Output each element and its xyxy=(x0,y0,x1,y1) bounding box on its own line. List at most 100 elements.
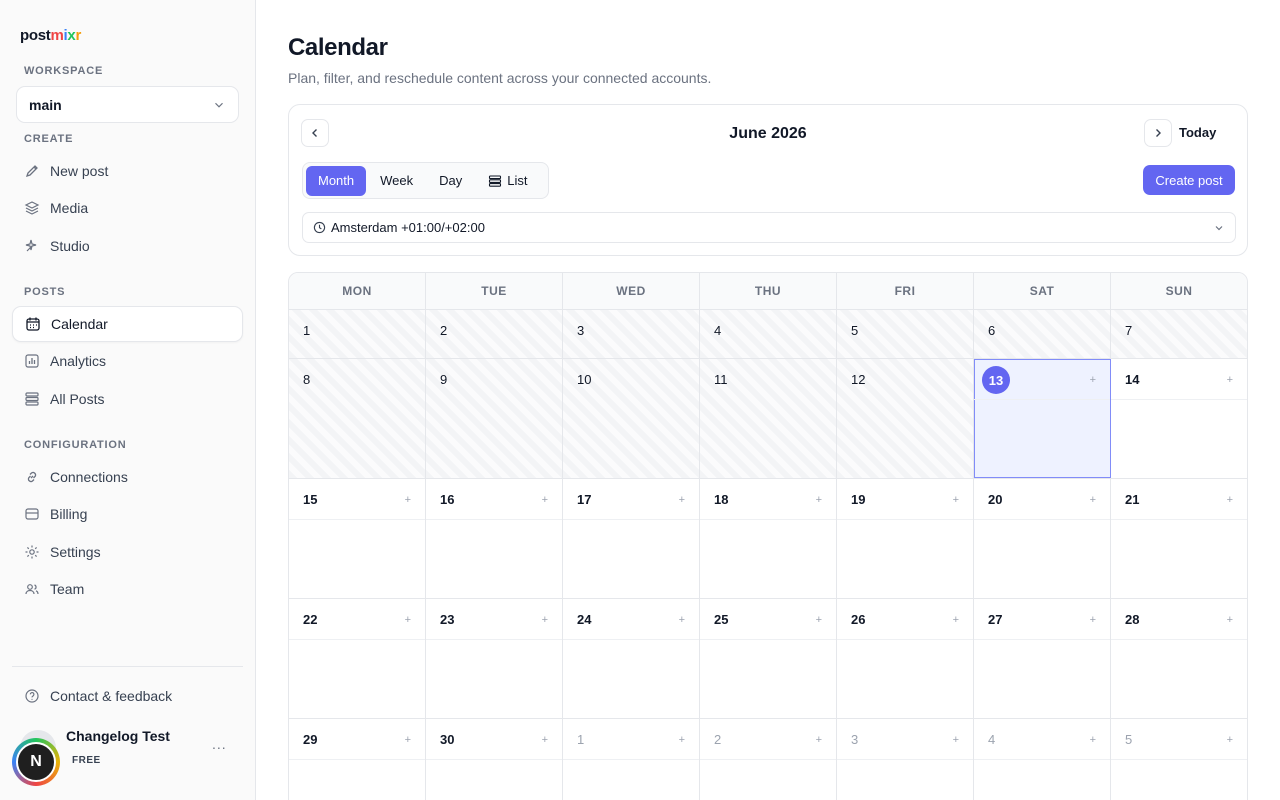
tab-week[interactable]: Week xyxy=(368,166,425,196)
calendar-day-cell[interactable]: 12 xyxy=(837,359,974,478)
calendar-day-cell[interactable]: 9 xyxy=(426,359,563,478)
add-post-icon[interactable]: + xyxy=(542,734,548,746)
sidebar-item-analytics[interactable]: Analytics xyxy=(12,343,243,379)
sidebar-item-calendar[interactable]: Calendar xyxy=(12,306,243,342)
add-post-icon[interactable]: + xyxy=(1090,374,1096,386)
calendar-day-cell[interactable]: 3 xyxy=(563,310,700,358)
sidebar-item-new-post[interactable]: New post xyxy=(12,153,243,189)
calendar-day-cell[interactable]: 15 + xyxy=(289,479,426,598)
calendar-day-cell[interactable]: 28 + xyxy=(1111,599,1247,718)
list-icon xyxy=(489,174,502,187)
calendar-day-cell[interactable]: 4 + xyxy=(974,719,1111,800)
weekday-label: MON xyxy=(289,273,426,309)
calendar-day-cell[interactable]: 27 + xyxy=(974,599,1111,718)
day-header-divider xyxy=(289,639,425,640)
calendar-icon xyxy=(25,316,41,332)
avatar[interactable]: N xyxy=(12,738,60,786)
calendar-day-cell[interactable]: 7 xyxy=(1111,310,1247,358)
calendar-day-cell[interactable]: 21 + xyxy=(1111,479,1247,598)
calendar-day-cell[interactable]: 16 + xyxy=(426,479,563,598)
sidebar-item-billing[interactable]: Billing xyxy=(12,496,243,532)
add-post-icon[interactable]: + xyxy=(816,734,822,746)
help-icon xyxy=(24,688,40,704)
calendar-day-cell[interactable]: 8 xyxy=(289,359,426,478)
configuration-section-label: CONFIGURATION xyxy=(24,439,127,451)
sidebar-item-connections[interactable]: Connections xyxy=(12,459,243,495)
calendar-day-cell[interactable]: 5 + xyxy=(1111,719,1247,800)
calendar-day-cell[interactable]: 3 + xyxy=(837,719,974,800)
calendar-day-cell[interactable]: 2 xyxy=(426,310,563,358)
add-post-icon[interactable]: + xyxy=(1227,734,1233,746)
add-post-icon[interactable]: + xyxy=(405,494,411,506)
add-post-icon[interactable]: + xyxy=(679,614,685,626)
contact-feedback-link[interactable]: Contact & feedback xyxy=(12,678,243,714)
calendar-day-cell[interactable]: 30 + xyxy=(426,719,563,800)
add-post-icon[interactable]: + xyxy=(953,614,959,626)
add-post-icon[interactable]: + xyxy=(953,734,959,746)
calendar-day-cell[interactable]: 19 + xyxy=(837,479,974,598)
timezone-value: Amsterdam +01:00/+02:00 xyxy=(331,220,485,235)
calendar-day-cell[interactable]: 24 + xyxy=(563,599,700,718)
sidebar-item-settings[interactable]: Settings xyxy=(12,534,243,570)
sidebar-item-label: Media xyxy=(50,200,89,216)
calendar-day-cell[interactable]: 2 + xyxy=(700,719,837,800)
calendar-day-cell[interactable]: 6 xyxy=(974,310,1111,358)
calendar-day-cell[interactable]: 26 + xyxy=(837,599,974,718)
today-button[interactable]: Today xyxy=(1179,125,1216,140)
calendar-day-cell[interactable]: 5 xyxy=(837,310,974,358)
day-number: 5 xyxy=(851,323,859,338)
add-post-icon[interactable]: + xyxy=(679,734,685,746)
calendar-day-cell[interactable]: 25 + xyxy=(700,599,837,718)
add-post-icon[interactable]: + xyxy=(679,494,685,506)
day-header-divider xyxy=(563,519,699,520)
sidebar-item-all-posts[interactable]: All Posts xyxy=(12,381,243,417)
add-post-icon[interactable]: + xyxy=(405,734,411,746)
tab-list[interactable]: List xyxy=(476,166,539,196)
add-post-icon[interactable]: + xyxy=(1227,374,1233,386)
sidebar-item-studio[interactable]: Studio xyxy=(12,228,243,264)
add-post-icon[interactable]: + xyxy=(542,614,548,626)
add-post-icon[interactable]: + xyxy=(816,494,822,506)
sidebar-item-team[interactable]: Team xyxy=(12,571,243,607)
day-number: 30 xyxy=(440,732,455,747)
timezone-select[interactable]: Amsterdam +01:00/+02:00 xyxy=(302,212,1236,243)
calendar-day-cell[interactable]: 23 + xyxy=(426,599,563,718)
edit-icon xyxy=(24,163,40,179)
add-post-icon[interactable]: + xyxy=(953,494,959,506)
posts-section-label: POSTS xyxy=(24,286,66,298)
add-post-icon[interactable]: + xyxy=(1090,494,1096,506)
workspace-select[interactable]: main xyxy=(16,86,239,123)
calendar-day-cell[interactable]: 14 + xyxy=(1111,359,1247,478)
calendar-day-cell[interactable]: 4 xyxy=(700,310,837,358)
add-post-icon[interactable]: + xyxy=(405,614,411,626)
sidebar-item-label: Connections xyxy=(50,469,128,485)
day-number: 11 xyxy=(714,372,728,387)
calendar-day-cell[interactable]: 22 + xyxy=(289,599,426,718)
add-post-icon[interactable]: + xyxy=(1227,494,1233,506)
calendar-day-cell[interactable]: 20 + xyxy=(974,479,1111,598)
chart-icon xyxy=(24,353,40,369)
add-post-icon[interactable]: + xyxy=(816,614,822,626)
day-number: 2 xyxy=(714,732,722,747)
calendar-day-cell[interactable]: 29 + xyxy=(289,719,426,800)
calendar-day-cell[interactable]: 10 xyxy=(563,359,700,478)
tab-day[interactable]: Day xyxy=(427,166,474,196)
more-options-icon[interactable]: ... xyxy=(212,736,227,752)
add-post-icon[interactable]: + xyxy=(1090,614,1096,626)
next-month-button[interactable] xyxy=(1144,119,1172,147)
calendar-day-cell[interactable]: 18 + xyxy=(700,479,837,598)
add-post-icon[interactable]: + xyxy=(542,494,548,506)
user-menu[interactable]: N Changelog Test FREE ... xyxy=(12,726,243,790)
sidebar-item-media[interactable]: Media xyxy=(12,190,243,226)
add-post-icon[interactable]: + xyxy=(1227,614,1233,626)
app-logo[interactable]: postmixr xyxy=(20,27,81,44)
calendar-day-cell[interactable]: 11 xyxy=(700,359,837,478)
calendar-day-cell[interactable]: 17 + xyxy=(563,479,700,598)
calendar-day-cell[interactable]: 1 xyxy=(289,310,426,358)
create-post-button[interactable]: Create post xyxy=(1143,165,1235,195)
calendar-day-cell[interactable]: 1 + xyxy=(563,719,700,800)
calendar-day-today[interactable]: 13 + xyxy=(974,359,1111,478)
tab-month[interactable]: Month xyxy=(306,165,367,196)
day-header-divider xyxy=(426,519,562,520)
add-post-icon[interactable]: + xyxy=(1090,734,1096,746)
